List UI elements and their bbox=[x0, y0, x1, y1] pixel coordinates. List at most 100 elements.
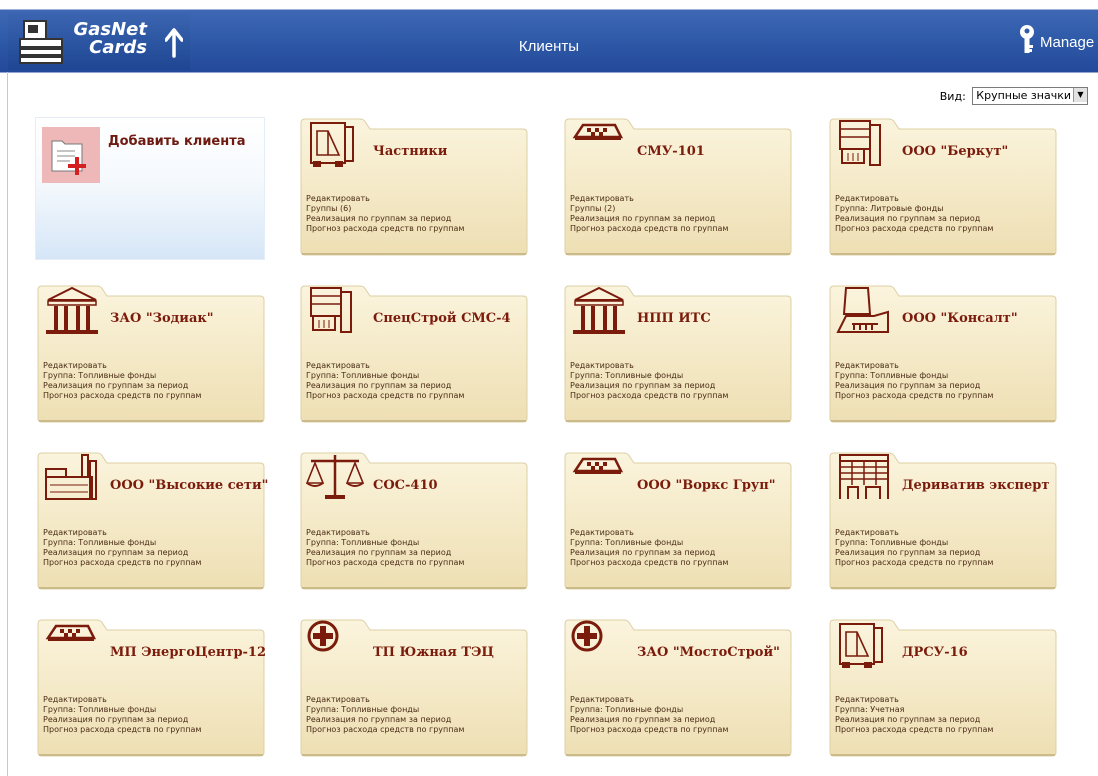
client-card[interactable]: НПП ИТС Редактировать Группа: Топливные … bbox=[562, 284, 792, 423]
client-card[interactable]: ООО "Воркс Груп" Редактировать Группа: Т… bbox=[562, 451, 792, 590]
edit-link[interactable]: Редактировать bbox=[835, 695, 993, 705]
groups-link[interactable]: Группы (6) bbox=[306, 204, 464, 214]
groups-link[interactable]: Группа: Топливные фонды bbox=[306, 538, 464, 548]
forecast-link[interactable]: Прогноз расхода средств по группам bbox=[570, 224, 728, 234]
sales-report-link[interactable]: Реализация по группам за период bbox=[306, 548, 464, 558]
forecast-link[interactable]: Прогноз расхода средств по группам bbox=[306, 391, 464, 401]
sales-report-link[interactable]: Реализация по группам за период bbox=[43, 548, 201, 558]
client-name[interactable]: ДРСУ-16 bbox=[902, 645, 968, 660]
add-client-card[interactable]: Добавить клиента bbox=[35, 117, 265, 260]
edit-link[interactable]: Редактировать bbox=[835, 361, 993, 371]
groups-link[interactable]: Группа: Топливные фонды bbox=[43, 705, 201, 715]
client-name[interactable]: НПП ИТС bbox=[637, 311, 711, 326]
forecast-link[interactable]: Прогноз расхода средств по группам bbox=[835, 224, 993, 234]
client-card[interactable]: СМУ-101 Редактировать Группы (2) Реализа… bbox=[562, 117, 792, 256]
client-card[interactable]: МП ЭнергоЦентр-12 Редактировать Группа: … bbox=[35, 618, 266, 757]
groups-link[interactable]: Группа: Топливные фонды bbox=[43, 371, 201, 381]
client-card[interactable]: СОС-410 Редактировать Группа: Топливные … bbox=[298, 451, 528, 590]
edit-link[interactable]: Редактировать bbox=[43, 528, 201, 538]
forecast-link[interactable]: Прогноз расхода средств по группам bbox=[43, 391, 201, 401]
forecast-link[interactable]: Прогноз расхода средств по группам bbox=[570, 725, 728, 735]
groups-link[interactable]: Группа: Топливные фонды bbox=[570, 371, 728, 381]
client-name[interactable]: СМУ-101 bbox=[637, 144, 705, 159]
client-links: Редактировать Группа: Топливные фонды Ре… bbox=[306, 528, 464, 568]
edit-link[interactable]: Редактировать bbox=[835, 194, 993, 204]
groups-link[interactable]: Группа: Топливные фонды bbox=[306, 371, 464, 381]
view-dropdown[interactable]: Крупные значки ▼ bbox=[972, 87, 1088, 105]
sales-report-link[interactable]: Реализация по группам за период bbox=[570, 381, 728, 391]
groups-link[interactable]: Группа: Топливные фонды bbox=[43, 538, 201, 548]
groups-link[interactable]: Группа: Учетная bbox=[835, 705, 993, 715]
client-card[interactable]: ЗАО "Зодиак" Редактировать Группа: Топли… bbox=[35, 284, 265, 423]
client-card[interactable]: ООО "Консалт" Редактировать Группа: Топл… bbox=[827, 284, 1057, 423]
client-name[interactable]: Дериватив эксперт bbox=[902, 478, 1049, 493]
groups-link[interactable]: Группа: Топливные фонды bbox=[835, 371, 993, 381]
client-name[interactable]: Частники bbox=[373, 144, 447, 159]
edit-link[interactable]: Редактировать bbox=[570, 695, 728, 705]
groups-link[interactable]: Группа: Топливные фонды bbox=[835, 538, 993, 548]
forecast-link[interactable]: Прогноз расхода средств по группам bbox=[306, 558, 464, 568]
client-card[interactable]: ТП Южная ТЭЦ Редактировать Группа: Топли… bbox=[298, 618, 528, 757]
edit-link[interactable]: Редактировать bbox=[570, 194, 728, 204]
sales-report-link[interactable]: Реализация по группам за период bbox=[835, 381, 993, 391]
client-name[interactable]: ООО "Воркс Груп" bbox=[637, 478, 776, 493]
client-name[interactable]: СпецСтрой СМС-4 bbox=[373, 311, 511, 326]
taxi-sign-icon bbox=[572, 123, 624, 140]
forecast-link[interactable]: Прогноз расхода средств по группам bbox=[570, 391, 728, 401]
edit-link[interactable]: Редактировать bbox=[570, 528, 728, 538]
sales-report-link[interactable]: Реализация по группам за период bbox=[306, 381, 464, 391]
client-name[interactable]: ЗАО "Зодиак" bbox=[110, 311, 214, 326]
sales-report-link[interactable]: Реализация по группам за период bbox=[835, 715, 993, 725]
edit-link[interactable]: Редактировать bbox=[570, 361, 728, 371]
forecast-link[interactable]: Прогноз расхода средств по группам bbox=[835, 558, 993, 568]
forecast-link[interactable]: Прогноз расхода средств по группам bbox=[570, 558, 728, 568]
client-links: Редактировать Группа: Топливные фонды Ре… bbox=[43, 361, 201, 401]
client-name[interactable]: ООО "Высокие сети" bbox=[110, 478, 268, 493]
groups-link[interactable]: Группа: Литровые фонды bbox=[835, 204, 993, 214]
power-plant-icon bbox=[836, 287, 889, 333]
edit-link[interactable]: Редактировать bbox=[306, 695, 464, 705]
groups-link[interactable]: Группы (2) bbox=[570, 204, 728, 214]
client-name[interactable]: ООО "Беркут" bbox=[902, 144, 1008, 159]
forecast-link[interactable]: Прогноз расхода средств по группам bbox=[43, 558, 201, 568]
sales-report-link[interactable]: Реализация по группам за период bbox=[43, 715, 201, 725]
client-name[interactable]: МП ЭнергоЦентр-12 bbox=[110, 645, 266, 660]
groups-link[interactable]: Группа: Топливные фонды bbox=[570, 705, 728, 715]
client-card[interactable]: Дериватив эксперт Редактировать Группа: … bbox=[827, 451, 1057, 590]
forecast-link[interactable]: Прогноз расхода средств по группам bbox=[306, 224, 464, 234]
client-card[interactable]: ДРСУ-16 Редактировать Группа: Учетная Ре… bbox=[827, 618, 1057, 757]
forecast-link[interactable]: Прогноз расхода средств по группам bbox=[306, 725, 464, 735]
groups-link[interactable]: Группа: Топливные фонды bbox=[570, 538, 728, 548]
forecast-link[interactable]: Прогноз расхода средств по группам bbox=[43, 725, 201, 735]
sales-report-link[interactable]: Реализация по группам за период bbox=[43, 381, 201, 391]
client-card[interactable]: СпецСтрой СМС-4 Редактировать Группа: То… bbox=[298, 284, 528, 423]
left-divider bbox=[7, 72, 8, 776]
sales-report-link[interactable]: Реализация по группам за период bbox=[570, 214, 728, 224]
client-name[interactable]: ЗАО "МостоСтрой" bbox=[637, 645, 780, 660]
groups-link[interactable]: Группа: Топливные фонды bbox=[306, 705, 464, 715]
client-card[interactable]: Частники Редактировать Группы (6) Реализ… bbox=[298, 117, 528, 256]
edit-link[interactable]: Редактировать bbox=[306, 194, 464, 204]
edit-link[interactable]: Редактировать bbox=[43, 361, 201, 371]
client-name[interactable]: СОС-410 bbox=[373, 478, 438, 493]
edit-link[interactable]: Редактировать bbox=[306, 361, 464, 371]
sales-report-link[interactable]: Реализация по группам за период bbox=[835, 214, 993, 224]
sales-report-link[interactable]: Реализация по группам за период bbox=[306, 214, 464, 224]
edit-link[interactable]: Редактировать bbox=[306, 528, 464, 538]
client-card[interactable]: ООО "Высокие сети" Редактировать Группа:… bbox=[35, 451, 268, 590]
client-name[interactable]: ООО "Консалт" bbox=[902, 311, 1018, 326]
sales-report-link[interactable]: Реализация по группам за период bbox=[835, 548, 993, 558]
client-card[interactable]: ЗАО "МостоСтрой" Редактировать Группа: Т… bbox=[562, 618, 792, 757]
forecast-link[interactable]: Прогноз расхода средств по группам bbox=[835, 725, 993, 735]
view-selector: Вид: Крупные значки ▼ bbox=[940, 87, 1088, 105]
sales-report-link[interactable]: Реализация по группам за период bbox=[306, 715, 464, 725]
client-card[interactable]: ООО "Беркут" Редактировать Группа: Литро… bbox=[827, 117, 1057, 256]
client-links: Редактировать Группа: Топливные фонды Ре… bbox=[43, 528, 201, 568]
forecast-link[interactable]: Прогноз расхода средств по группам bbox=[835, 391, 993, 401]
edit-link[interactable]: Редактировать bbox=[43, 695, 201, 705]
sales-report-link[interactable]: Реализация по группам за период bbox=[570, 715, 728, 725]
client-name[interactable]: ТП Южная ТЭЦ bbox=[373, 645, 494, 660]
edit-link[interactable]: Редактировать bbox=[835, 528, 993, 538]
chevron-down-icon[interactable]: ▼ bbox=[1073, 88, 1087, 102]
sales-report-link[interactable]: Реализация по группам за период bbox=[570, 548, 728, 558]
